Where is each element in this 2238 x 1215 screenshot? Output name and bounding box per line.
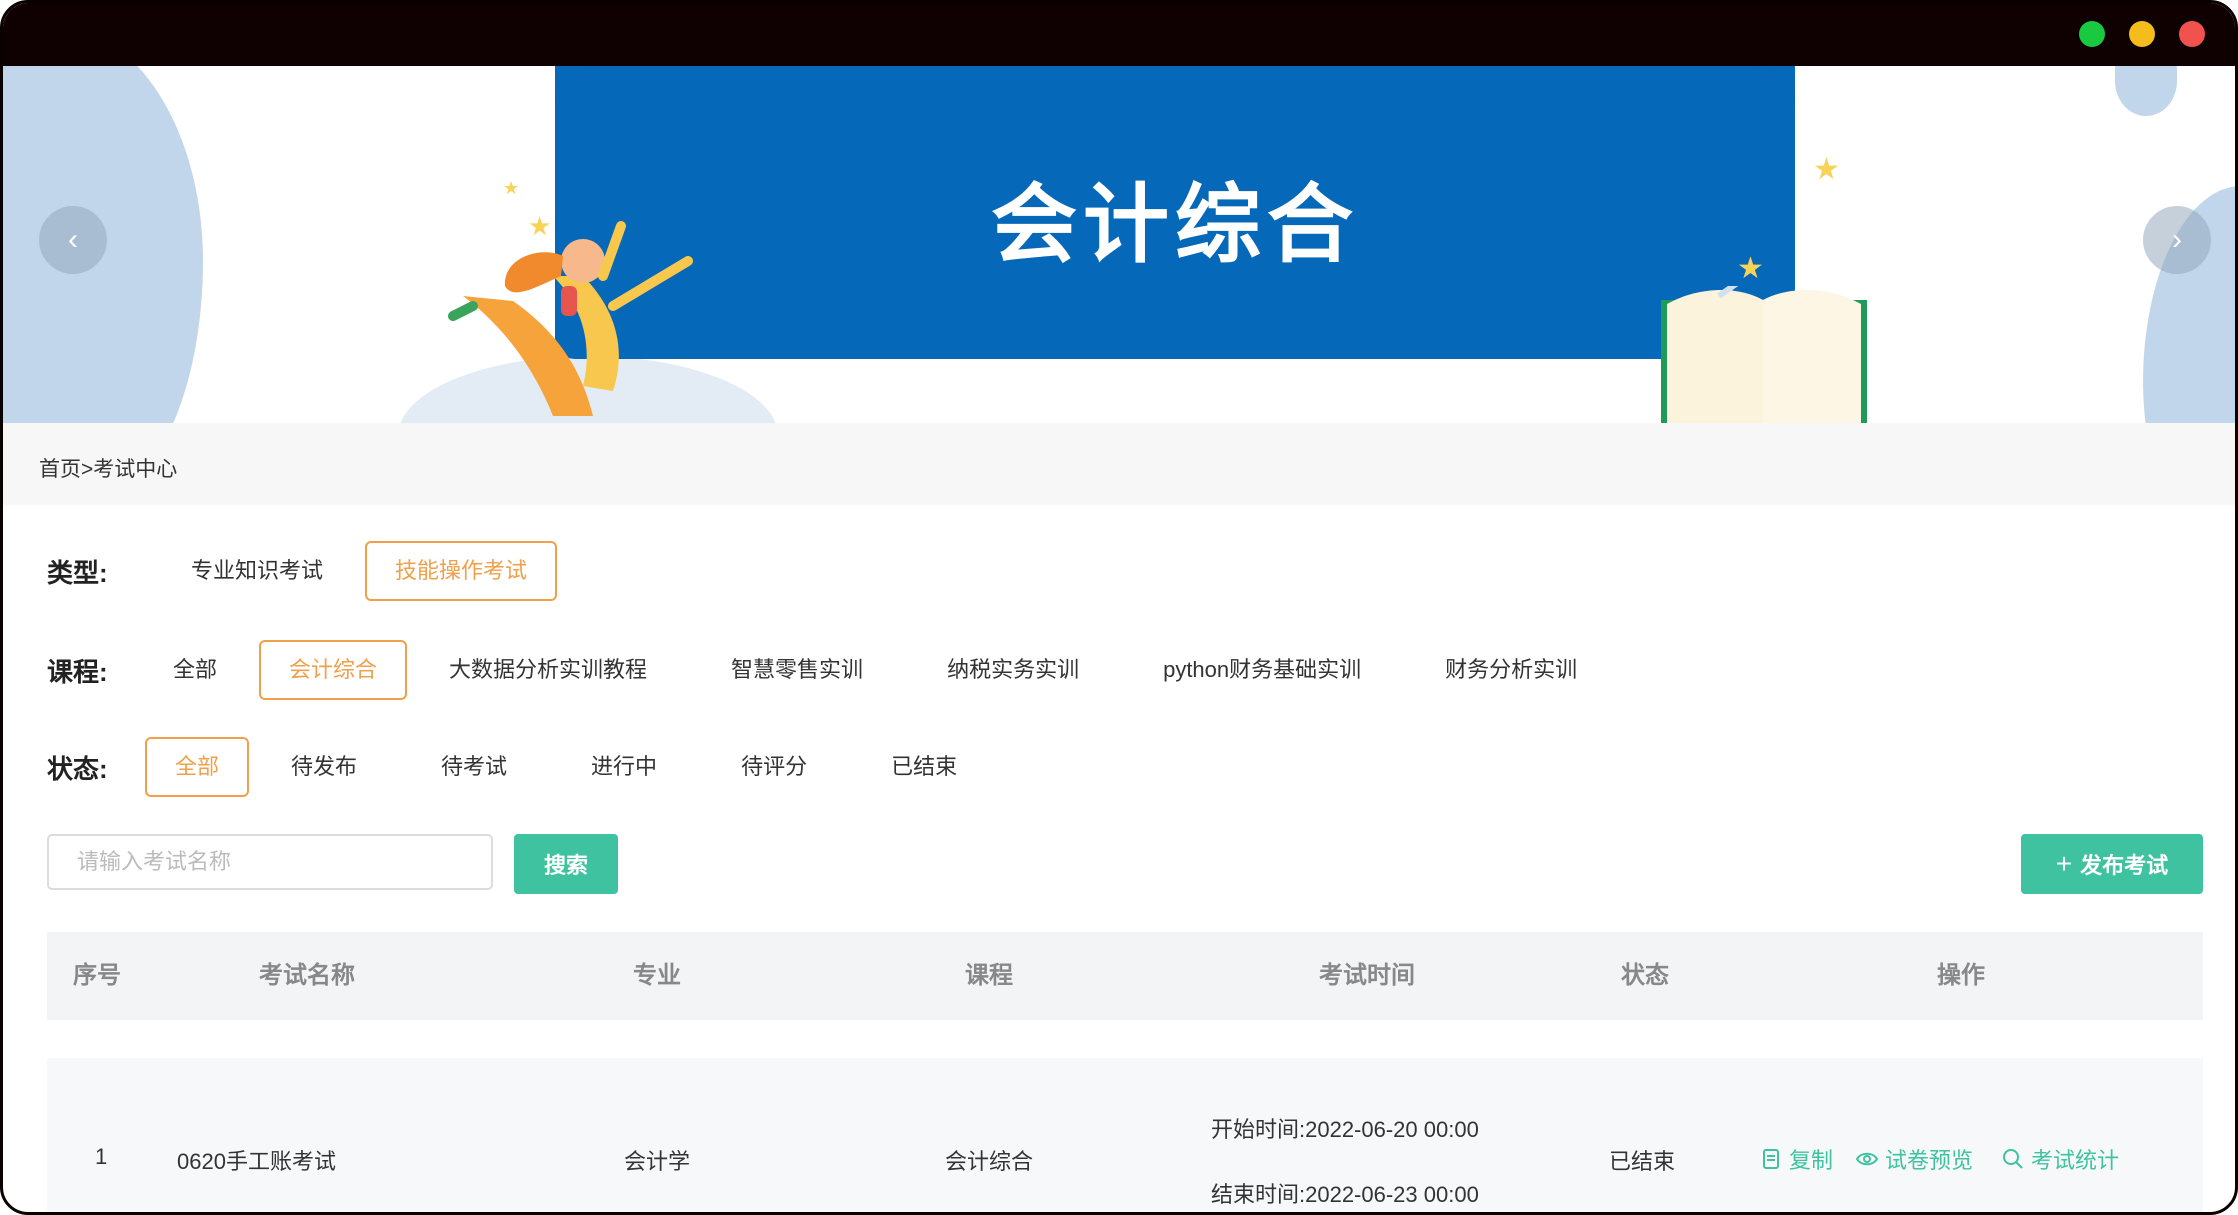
breadcrumb: 首页>考试中心: [39, 458, 178, 481]
app-window: 会计综合 ★ ★ ★ ★ ‹ › 首页>考试中心 类型: 专业知识考试 技能操作…: [0, 0, 2238, 1215]
table-header: 序号 考试名称 专业 课程 考试时间 状态 操作: [47, 932, 2203, 1020]
book-illustration: [1661, 286, 1867, 423]
minimize-button[interactable]: [2129, 21, 2155, 47]
breadcrumb-bar: 首页>考试中心: [3, 423, 2235, 505]
carousel-prev-button[interactable]: ‹: [39, 206, 107, 274]
column-header-time: 考试时间: [1319, 962, 1415, 989]
filter-label: 课程:: [47, 656, 108, 687]
course-option[interactable]: 财务分析实训: [1415, 640, 1607, 700]
row-course: 会计综合: [945, 1149, 1034, 1174]
chevron-right-icon: ›: [2172, 223, 2182, 256]
star-icon: ★: [1737, 252, 1764, 285]
type-option[interactable]: 专业知识考试: [161, 541, 353, 601]
filter-label: 类型:: [47, 557, 108, 588]
row-major: 会计学: [624, 1149, 691, 1174]
decor-blob: [2115, 66, 2177, 116]
status-option[interactable]: 已结束: [861, 737, 987, 797]
star-icon: ★: [1813, 153, 1840, 186]
status-option-selected[interactable]: 全部: [145, 737, 250, 797]
column-header-name: 考试名称: [259, 962, 355, 989]
search-button[interactable]: 搜索: [514, 834, 618, 894]
status-option[interactable]: 待考试: [411, 737, 537, 797]
preview-label: 试卷预览: [1885, 1148, 1974, 1173]
copy-icon: [1763, 1149, 1779, 1169]
type-option-selected[interactable]: 技能操作考试: [365, 541, 558, 601]
status-option[interactable]: 进行中: [561, 737, 687, 797]
statistics-action[interactable]: 考试统计: [2001, 1143, 2119, 1175]
plus-icon: +: [2055, 848, 2073, 879]
banner-carousel: 会计综合 ★ ★ ★ ★ ‹ ›: [3, 66, 2235, 423]
filter-label: 状态:: [47, 753, 108, 784]
exam-search-input[interactable]: [47, 834, 493, 890]
status-option[interactable]: 待发布: [261, 737, 387, 797]
chevron-left-icon: ‹: [68, 223, 78, 256]
row-exam-name: 0620手工账考试: [177, 1149, 336, 1174]
publish-exam-label: 发布考试: [2080, 853, 2169, 878]
row-index: 1: [95, 1144, 108, 1169]
course-option[interactable]: 大数据分析实训教程: [419, 640, 677, 700]
filter-status: 状态: 全部 待发布 待考试 进行中 待评分 已结束: [47, 737, 999, 797]
carousel-next-button[interactable]: ›: [2143, 206, 2211, 274]
column-header-status: 状态: [1621, 962, 1669, 989]
column-header-actions: 操作: [1937, 962, 1985, 989]
banner-title: 会计综合: [991, 177, 1359, 273]
publish-exam-button[interactable]: + 发布考试: [2021, 834, 2203, 894]
course-option[interactable]: 全部: [143, 640, 247, 700]
row-status: 已结束: [1609, 1149, 1676, 1174]
statistics-label: 考试统计: [2031, 1148, 2120, 1173]
filter-type: 类型: 专业知识考试 技能操作考试: [47, 541, 569, 601]
maximize-button[interactable]: [2079, 21, 2105, 47]
eye-icon: [1855, 1152, 1879, 1166]
star-icon: ★: [503, 178, 520, 198]
search-icon: [2003, 1149, 2023, 1169]
copy-label: 复制: [1789, 1148, 1834, 1173]
column-header-major: 专业: [633, 962, 681, 989]
row-end-time: 结束时间:2022-06-23 00:00: [1211, 1182, 1479, 1207]
girl-illustration: [448, 221, 693, 416]
preview-action[interactable]: 试卷预览: [1855, 1143, 1973, 1175]
status-option[interactable]: 待评分: [711, 737, 837, 797]
column-header-course: 课程: [965, 962, 1013, 989]
copy-action[interactable]: 复制: [1759, 1143, 1833, 1175]
close-button[interactable]: [2179, 21, 2205, 47]
course-option[interactable]: python财务基础实训: [1133, 640, 1391, 700]
filter-course: 课程: 全部 会计综合 大数据分析实训教程 智慧零售实训 纳税实务实训 pyth…: [47, 640, 1619, 700]
row-start-time: 开始时间:2022-06-20 00:00: [1211, 1117, 1479, 1142]
column-header-index: 序号: [73, 962, 121, 989]
course-option[interactable]: 智慧零售实训: [701, 640, 893, 700]
course-option[interactable]: 纳税实务实训: [917, 640, 1109, 700]
table-row: [47, 1058, 2203, 1212]
course-option-selected[interactable]: 会计综合: [259, 640, 408, 700]
window-titlebar: [3, 3, 2235, 66]
